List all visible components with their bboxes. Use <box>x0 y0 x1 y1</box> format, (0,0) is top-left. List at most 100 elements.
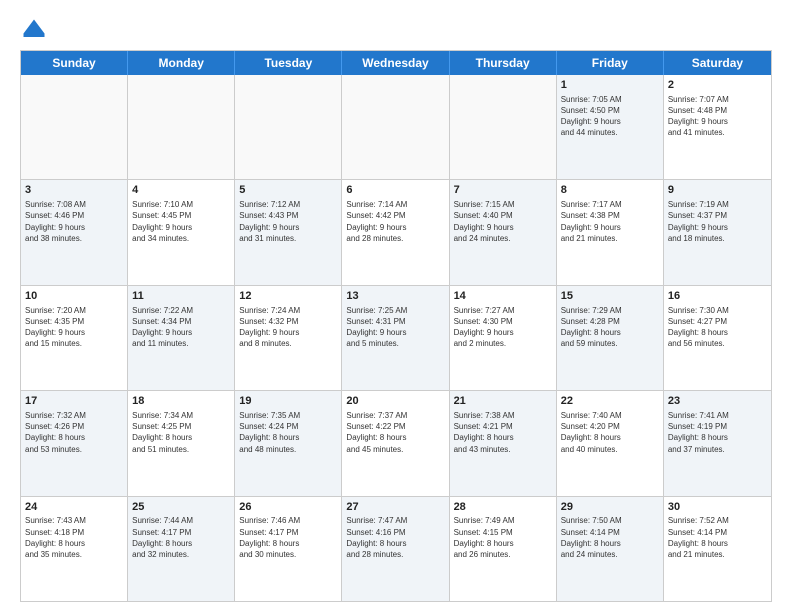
day-info: Sunrise: 7:44 AM Sunset: 4:17 PM Dayligh… <box>132 515 230 560</box>
day-number: 16 <box>668 289 767 304</box>
day-number: 20 <box>346 394 444 409</box>
day-number: 10 <box>25 289 123 304</box>
calendar-cell: 24Sunrise: 7:43 AM Sunset: 4:18 PM Dayli… <box>21 497 128 601</box>
calendar-cell <box>235 75 342 179</box>
day-info: Sunrise: 7:20 AM Sunset: 4:35 PM Dayligh… <box>25 305 123 350</box>
calendar-page: SundayMondayTuesdayWednesdayThursdayFrid… <box>0 0 792 612</box>
calendar-cell: 9Sunrise: 7:19 AM Sunset: 4:37 PM Daylig… <box>664 180 771 284</box>
day-info: Sunrise: 7:14 AM Sunset: 4:42 PM Dayligh… <box>346 199 444 244</box>
day-number: 8 <box>561 183 659 198</box>
day-info: Sunrise: 7:49 AM Sunset: 4:15 PM Dayligh… <box>454 515 552 560</box>
day-number: 28 <box>454 500 552 515</box>
calendar-cell: 1Sunrise: 7:05 AM Sunset: 4:50 PM Daylig… <box>557 75 664 179</box>
calendar-row-2: 3Sunrise: 7:08 AM Sunset: 4:46 PM Daylig… <box>21 180 771 285</box>
calendar-cell: 12Sunrise: 7:24 AM Sunset: 4:32 PM Dayli… <box>235 286 342 390</box>
day-info: Sunrise: 7:40 AM Sunset: 4:20 PM Dayligh… <box>561 410 659 455</box>
day-number: 24 <box>25 500 123 515</box>
day-number: 7 <box>454 183 552 198</box>
day-info: Sunrise: 7:52 AM Sunset: 4:14 PM Dayligh… <box>668 515 767 560</box>
day-number: 19 <box>239 394 337 409</box>
day-info: Sunrise: 7:24 AM Sunset: 4:32 PM Dayligh… <box>239 305 337 350</box>
calendar-header: SundayMondayTuesdayWednesdayThursdayFrid… <box>21 51 771 75</box>
calendar-cell: 20Sunrise: 7:37 AM Sunset: 4:22 PM Dayli… <box>342 391 449 495</box>
day-number: 5 <box>239 183 337 198</box>
calendar-cell: 29Sunrise: 7:50 AM Sunset: 4:14 PM Dayli… <box>557 497 664 601</box>
day-number: 2 <box>668 78 767 93</box>
day-number: 29 <box>561 500 659 515</box>
header-day-thursday: Thursday <box>450 51 557 75</box>
calendar-cell <box>342 75 449 179</box>
calendar-body: 1Sunrise: 7:05 AM Sunset: 4:50 PM Daylig… <box>21 75 771 601</box>
day-number: 14 <box>454 289 552 304</box>
calendar-cell: 15Sunrise: 7:29 AM Sunset: 4:28 PM Dayli… <box>557 286 664 390</box>
calendar-cell: 6Sunrise: 7:14 AM Sunset: 4:42 PM Daylig… <box>342 180 449 284</box>
day-number: 4 <box>132 183 230 198</box>
day-info: Sunrise: 7:35 AM Sunset: 4:24 PM Dayligh… <box>239 410 337 455</box>
calendar-cell: 16Sunrise: 7:30 AM Sunset: 4:27 PM Dayli… <box>664 286 771 390</box>
calendar-cell: 13Sunrise: 7:25 AM Sunset: 4:31 PM Dayli… <box>342 286 449 390</box>
day-info: Sunrise: 7:07 AM Sunset: 4:48 PM Dayligh… <box>668 94 767 139</box>
day-info: Sunrise: 7:37 AM Sunset: 4:22 PM Dayligh… <box>346 410 444 455</box>
day-info: Sunrise: 7:10 AM Sunset: 4:45 PM Dayligh… <box>132 199 230 244</box>
day-info: Sunrise: 7:17 AM Sunset: 4:38 PM Dayligh… <box>561 199 659 244</box>
calendar-cell: 22Sunrise: 7:40 AM Sunset: 4:20 PM Dayli… <box>557 391 664 495</box>
calendar-row-5: 24Sunrise: 7:43 AM Sunset: 4:18 PM Dayli… <box>21 497 771 601</box>
calendar-cell: 25Sunrise: 7:44 AM Sunset: 4:17 PM Dayli… <box>128 497 235 601</box>
day-number: 30 <box>668 500 767 515</box>
day-number: 11 <box>132 289 230 304</box>
day-number: 18 <box>132 394 230 409</box>
day-info: Sunrise: 7:22 AM Sunset: 4:34 PM Dayligh… <box>132 305 230 350</box>
day-info: Sunrise: 7:38 AM Sunset: 4:21 PM Dayligh… <box>454 410 552 455</box>
calendar-cell: 14Sunrise: 7:27 AM Sunset: 4:30 PM Dayli… <box>450 286 557 390</box>
day-number: 1 <box>561 78 659 93</box>
day-number: 26 <box>239 500 337 515</box>
day-info: Sunrise: 7:41 AM Sunset: 4:19 PM Dayligh… <box>668 410 767 455</box>
calendar-cell <box>21 75 128 179</box>
calendar-cell: 26Sunrise: 7:46 AM Sunset: 4:17 PM Dayli… <box>235 497 342 601</box>
calendar-cell: 5Sunrise: 7:12 AM Sunset: 4:43 PM Daylig… <box>235 180 342 284</box>
calendar-row-4: 17Sunrise: 7:32 AM Sunset: 4:26 PM Dayli… <box>21 391 771 496</box>
calendar-cell: 4Sunrise: 7:10 AM Sunset: 4:45 PM Daylig… <box>128 180 235 284</box>
calendar-cell <box>128 75 235 179</box>
header-day-sunday: Sunday <box>21 51 128 75</box>
day-number: 21 <box>454 394 552 409</box>
calendar-cell: 7Sunrise: 7:15 AM Sunset: 4:40 PM Daylig… <box>450 180 557 284</box>
header-day-wednesday: Wednesday <box>342 51 449 75</box>
day-info: Sunrise: 7:46 AM Sunset: 4:17 PM Dayligh… <box>239 515 337 560</box>
day-number: 12 <box>239 289 337 304</box>
header-day-monday: Monday <box>128 51 235 75</box>
header-day-saturday: Saturday <box>664 51 771 75</box>
day-info: Sunrise: 7:15 AM Sunset: 4:40 PM Dayligh… <box>454 199 552 244</box>
day-info: Sunrise: 7:27 AM Sunset: 4:30 PM Dayligh… <box>454 305 552 350</box>
header-day-tuesday: Tuesday <box>235 51 342 75</box>
calendar-cell: 2Sunrise: 7:07 AM Sunset: 4:48 PM Daylig… <box>664 75 771 179</box>
logo-icon <box>20 16 48 44</box>
day-number: 27 <box>346 500 444 515</box>
calendar-cell: 17Sunrise: 7:32 AM Sunset: 4:26 PM Dayli… <box>21 391 128 495</box>
day-number: 3 <box>25 183 123 198</box>
day-info: Sunrise: 7:30 AM Sunset: 4:27 PM Dayligh… <box>668 305 767 350</box>
calendar-cell: 27Sunrise: 7:47 AM Sunset: 4:16 PM Dayli… <box>342 497 449 601</box>
calendar-cell: 10Sunrise: 7:20 AM Sunset: 4:35 PM Dayli… <box>21 286 128 390</box>
day-number: 22 <box>561 394 659 409</box>
day-number: 9 <box>668 183 767 198</box>
day-info: Sunrise: 7:50 AM Sunset: 4:14 PM Dayligh… <box>561 515 659 560</box>
header-day-friday: Friday <box>557 51 664 75</box>
day-info: Sunrise: 7:34 AM Sunset: 4:25 PM Dayligh… <box>132 410 230 455</box>
calendar-cell: 23Sunrise: 7:41 AM Sunset: 4:19 PM Dayli… <box>664 391 771 495</box>
calendar-cell: 11Sunrise: 7:22 AM Sunset: 4:34 PM Dayli… <box>128 286 235 390</box>
day-info: Sunrise: 7:32 AM Sunset: 4:26 PM Dayligh… <box>25 410 123 455</box>
day-info: Sunrise: 7:19 AM Sunset: 4:37 PM Dayligh… <box>668 199 767 244</box>
day-number: 25 <box>132 500 230 515</box>
day-info: Sunrise: 7:08 AM Sunset: 4:46 PM Dayligh… <box>25 199 123 244</box>
calendar-row-3: 10Sunrise: 7:20 AM Sunset: 4:35 PM Dayli… <box>21 286 771 391</box>
calendar-cell: 21Sunrise: 7:38 AM Sunset: 4:21 PM Dayli… <box>450 391 557 495</box>
day-info: Sunrise: 7:47 AM Sunset: 4:16 PM Dayligh… <box>346 515 444 560</box>
day-number: 15 <box>561 289 659 304</box>
page-header <box>20 16 772 44</box>
day-number: 6 <box>346 183 444 198</box>
day-info: Sunrise: 7:12 AM Sunset: 4:43 PM Dayligh… <box>239 199 337 244</box>
calendar-cell: 3Sunrise: 7:08 AM Sunset: 4:46 PM Daylig… <box>21 180 128 284</box>
logo <box>20 16 52 44</box>
calendar-cell: 30Sunrise: 7:52 AM Sunset: 4:14 PM Dayli… <box>664 497 771 601</box>
